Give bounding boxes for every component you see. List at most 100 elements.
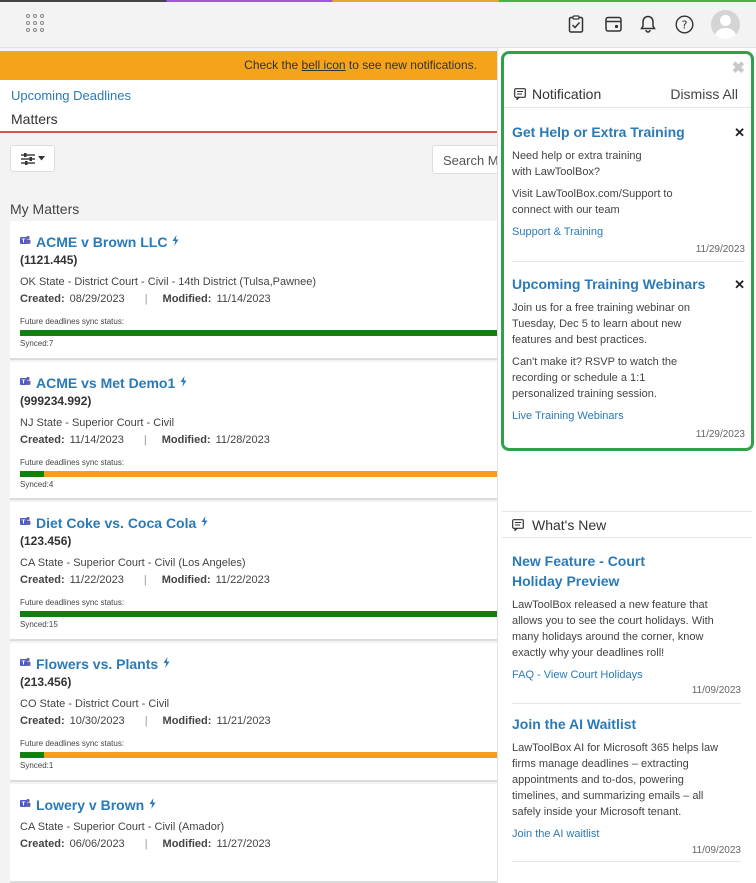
sync-progress-pending — [20, 471, 497, 477]
notification-card-link[interactable]: Live Training Webinars — [512, 410, 745, 422]
breadcrumb-upcoming-deadlines[interactable]: Upcoming Deadlines — [11, 88, 131, 103]
svg-text:?: ? — [681, 18, 687, 31]
banner-suffix: to see new notifications. — [345, 58, 477, 72]
close-panel-icon[interactable]: ✖ — [732, 58, 745, 78]
separator: | — [144, 838, 148, 850]
whats-new-card-date: 11/09/2023 — [691, 685, 741, 696]
whats-new-title: What's New — [532, 517, 607, 533]
synced-count: Synced:4 — [20, 480, 54, 489]
modified-label: Modified: — [162, 838, 212, 850]
teams-icon: T — [20, 796, 31, 814]
matter-card[interactable]: T ACME v Brown LLC (1121.445) OK State - Di… — [10, 221, 497, 360]
matter-dates: Created: 08/29/2023 | Modified: 11/14/2023 — [20, 293, 271, 305]
page-header: Upcoming Deadlines Matters — [0, 80, 497, 133]
notification-card: Get Help or Extra Training ✕ Need help o… — [512, 122, 745, 260]
matter-name[interactable]: Lowery v Brown — [36, 797, 144, 813]
matter-name[interactable]: ACME vs Met Demo1 — [36, 375, 175, 391]
matter-number: (213.456) — [20, 675, 72, 689]
matter-card[interactable]: T ACME vs Met Demo1 (999234.992) NJ State -… — [10, 362, 497, 500]
whats-new-card-title[interactable]: Join the AI Waitlist — [512, 714, 741, 734]
svg-text:T: T — [22, 661, 26, 667]
top-bar: ? — [0, 0, 756, 48]
bell-icon-link[interactable]: bell icon — [302, 58, 346, 72]
matter-court: CO State - District Court - Civil — [20, 698, 170, 710]
bell-icon[interactable] — [638, 14, 658, 34]
created-date: 11/14/2023 — [69, 434, 124, 446]
section-title-my-matters: My Matters — [10, 201, 80, 217]
notification-card: Upcoming Training Webinars ✕ Join us for… — [512, 274, 745, 442]
message-icon — [512, 519, 524, 531]
notification-header: Notification Dismiss All — [504, 80, 751, 108]
sync-progress-synced — [20, 330, 497, 336]
whats-new-card: New Feature - Court Holiday Preview LawT… — [512, 551, 741, 701]
created-label: Created: — [20, 293, 65, 305]
synced-count: Synced:7 — [20, 339, 54, 348]
notification-card-date: 11/29/2023 — [695, 244, 745, 255]
matter-dates: Created: 06/06/2023 | Modified: 11/27/2023 — [20, 838, 271, 850]
created-label: Created: — [20, 574, 65, 586]
matter-dates: Created: 11/22/2023 | Modified: 11/22/2023 — [20, 574, 270, 586]
user-avatar-icon[interactable] — [711, 10, 740, 39]
separator: | — [144, 293, 148, 305]
notification-banner: Check the bell icon to see new notificat… — [0, 51, 497, 80]
close-notification-icon[interactable]: ✕ — [734, 277, 745, 293]
whats-new-card-date: 11/09/2023 — [691, 845, 741, 856]
calendar-icon[interactable] — [603, 14, 623, 34]
teams-icon: T — [20, 655, 31, 673]
sync-status-label: Future deadlines sync status: — [20, 739, 125, 748]
created-label: Created: — [20, 838, 65, 850]
whats-new-card-link[interactable]: Join the AI waitlist — [512, 828, 741, 840]
matter-card[interactable]: T Lowery v Brown CA State - Superior Court… — [10, 784, 497, 883]
notification-card-link[interactable]: Support & Training — [512, 226, 745, 238]
matter-card[interactable]: T Flowers vs. Plants (213.456) CO State - D… — [10, 643, 497, 782]
sync-status-label: Future deadlines sync status: — [20, 317, 125, 326]
notification-title: Notification — [532, 86, 602, 102]
svg-text:T: T — [22, 802, 26, 808]
whats-new-card-text: LawToolBox AI for Microsoft 365 helps la… — [512, 742, 719, 818]
matter-name-row: T Diet Coke vs. Coca Cola — [20, 514, 208, 532]
modified-label: Modified: — [161, 434, 211, 446]
teams-icon: T — [20, 374, 31, 392]
matter-name-row: T Flowers vs. Plants — [20, 655, 170, 673]
created-label: Created: — [20, 715, 65, 727]
matter-name[interactable]: Flowers vs. Plants — [36, 656, 158, 672]
whats-new-card-text: LawToolBox released a new feature that a… — [512, 599, 714, 659]
notification-card-title[interactable]: Get Help or Extra Training — [512, 122, 712, 142]
brand-stripe — [0, 0, 756, 2]
sync-progress-bar — [20, 611, 497, 617]
sync-progress-synced — [20, 752, 44, 758]
matter-court: CA State - Superior Court - Civil (Los A… — [20, 557, 246, 569]
lightning-icon — [149, 796, 156, 814]
matter-name[interactable]: Diet Coke vs. Coca Cola — [36, 515, 196, 531]
sync-progress-bar — [20, 471, 497, 477]
app-launcher-icon[interactable] — [26, 14, 46, 34]
svg-text:T: T — [22, 239, 26, 245]
created-label: Created: — [20, 434, 65, 446]
help-icon[interactable]: ? — [674, 14, 694, 34]
lightning-icon — [163, 655, 170, 673]
matter-dates: Created: 10/30/2023 | Modified: 11/21/2023 — [20, 715, 271, 727]
whats-new-card-title[interactable]: New Feature - Court Holiday Preview — [512, 551, 672, 591]
dismiss-all-button[interactable]: Dismiss All — [670, 86, 738, 102]
close-notification-icon[interactable]: ✕ — [734, 125, 745, 141]
sync-progress-bar — [20, 330, 497, 336]
matter-court: CA State - Superior Court - Civil (Amado… — [20, 821, 225, 833]
notification-card-title[interactable]: Upcoming Training Webinars — [512, 274, 722, 294]
search-input[interactable]: Search Ma — [432, 145, 497, 174]
modified-date: 11/28/2023 — [215, 434, 270, 446]
separator: | — [143, 434, 147, 446]
whats-new-card-link[interactable]: FAQ - View Court Holidays — [512, 669, 741, 681]
matter-court: NJ State - Superior Court - Civil — [20, 417, 175, 429]
matter-name[interactable]: ACME v Brown LLC — [36, 234, 167, 250]
sync-progress-synced — [20, 471, 44, 477]
clipboard-icon[interactable] — [566, 14, 586, 34]
lightning-icon — [201, 514, 208, 532]
divider — [512, 861, 741, 862]
matter-card[interactable]: T Diet Coke vs. Coca Cola (123.456) CA Stat… — [10, 502, 497, 641]
filter-button[interactable] — [10, 145, 55, 172]
modified-date: 11/14/2023 — [216, 293, 271, 305]
matter-court: OK State - District Court - Civil - 14th… — [20, 276, 317, 288]
notification-card-text: Visit LawToolBox.com/Support to connect … — [512, 188, 673, 216]
matter-name-row: T ACME vs Met Demo1 — [20, 374, 187, 392]
sync-progress-bar — [20, 752, 497, 758]
